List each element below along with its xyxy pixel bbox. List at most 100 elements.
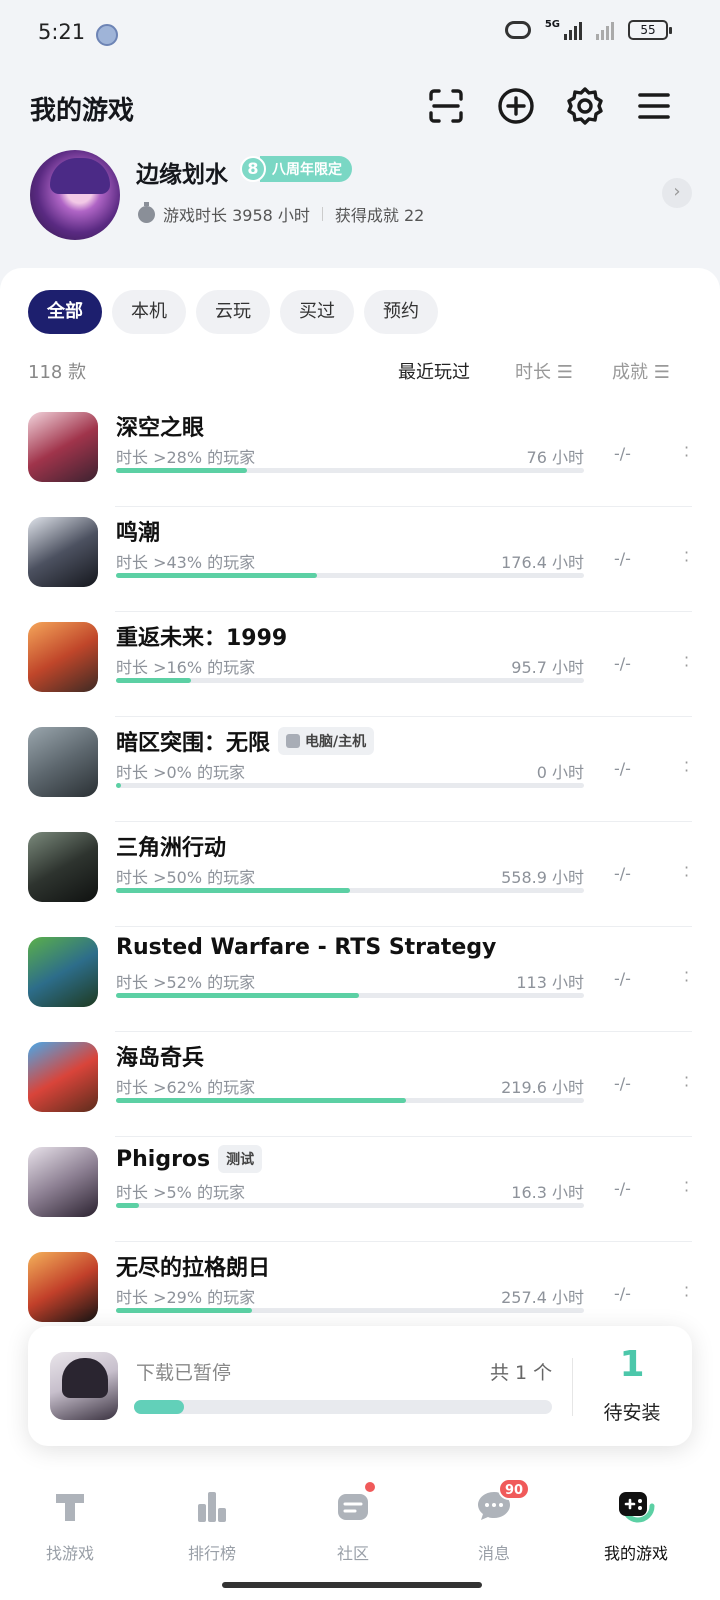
more-dots-icon[interactable]: · ·	[684, 650, 690, 674]
nav-messages[interactable]: 90 消息	[434, 1478, 554, 1564]
game-row[interactable]: 重返未来：1999 时长 >16% 的玩家 95.7 小时 -/- · ·	[0, 612, 720, 717]
game-icon[interactable]	[28, 1042, 98, 1112]
game-title-wrap: 海岛奇兵	[116, 1040, 204, 1072]
anniversary-badge[interactable]: 8 八周年限定	[240, 156, 352, 182]
community-icon	[333, 1480, 377, 1526]
avatar[interactable]	[30, 150, 120, 240]
pending-install-count[interactable]: 1	[572, 1344, 692, 1385]
status-bar: 5:21 5G 55	[0, 0, 720, 68]
playtime-percentile: 时长 >28% 的玩家	[116, 448, 256, 467]
more-dots-icon[interactable]: · ·	[684, 965, 690, 989]
game-name[interactable]: Rusted Warfare - RTS Strategy	[116, 935, 496, 960]
playtime-percentile: 时长 >5% 的玩家	[116, 1183, 245, 1202]
more-dots-icon[interactable]: · ·	[684, 860, 690, 884]
battery-icon: 55	[628, 20, 672, 40]
sort-row: 118 款 最近玩过 时长 ☰ 成就 ☰	[28, 352, 692, 388]
game-row[interactable]: Rusted Warfare - RTS Strategy 时长 >52% 的玩家…	[0, 927, 720, 1032]
more-dots-icon[interactable]: · ·	[684, 1280, 690, 1304]
home-indicator[interactable]	[222, 1582, 482, 1588]
game-icon[interactable]	[28, 832, 98, 902]
more-dots-icon[interactable]: · ·	[684, 440, 690, 464]
achievement-progress: -/-	[614, 759, 631, 778]
nav-find-games[interactable]: 找游戏	[10, 1480, 130, 1564]
game-name[interactable]: 海岛奇兵	[116, 1040, 204, 1072]
game-name[interactable]: 暗区突围：无限	[116, 725, 270, 757]
nav-community[interactable]: 社区	[293, 1480, 413, 1564]
game-name[interactable]: 深空之眼	[116, 410, 204, 442]
playtime-bar	[116, 993, 584, 998]
playtime-bar	[116, 1098, 584, 1103]
playtime-percentile: 时长 >52% 的玩家	[116, 973, 256, 992]
more-dots-icon[interactable]: · ·	[684, 1175, 690, 1199]
chevron-right-icon[interactable]: ›	[662, 178, 692, 208]
tab-bought[interactable]: 买过	[280, 290, 354, 334]
more-dots-icon[interactable]: · ·	[684, 545, 690, 569]
game-icon[interactable]	[28, 1147, 98, 1217]
notification-dot	[363, 1480, 377, 1494]
playtime-hours: 219.6 小时	[501, 1078, 584, 1097]
badge-number: 8	[240, 156, 266, 182]
achievement-progress: -/-	[614, 444, 631, 463]
sort-achievement[interactable]: 成就 ☰	[612, 358, 670, 384]
nav-ranking[interactable]: 排行榜	[152, 1480, 272, 1564]
game-title-wrap: 深空之眼	[116, 410, 204, 442]
game-icon[interactable]	[28, 622, 98, 692]
network-type: 5G	[544, 18, 560, 30]
playtime-hours: 16.3 小时	[511, 1183, 584, 1202]
sort-duration[interactable]: 时长 ☰	[515, 358, 573, 384]
gamepad-icon	[616, 1486, 656, 1526]
game-row[interactable]: 鸣潮 时长 >43% 的玩家 176.4 小时 -/- · ·	[0, 507, 720, 612]
game-title-wrap: 重返未来：1999	[116, 620, 287, 652]
download-panel[interactable]: 下载已暂停 共 1 个 1 待安装	[28, 1326, 692, 1446]
more-dots-icon[interactable]: · ·	[684, 755, 690, 779]
tab-cloud[interactable]: 云玩	[196, 290, 270, 334]
tab-reserved[interactable]: 预约	[364, 290, 438, 334]
game-icon[interactable]	[28, 412, 98, 482]
playtime-percentile: 时长 >50% 的玩家	[116, 868, 256, 887]
achievement-progress: -/-	[614, 864, 631, 883]
game-name[interactable]: Phigros	[116, 1147, 210, 1172]
playtime-percentile: 时长 >16% 的玩家	[116, 658, 256, 677]
game-row[interactable]: Phigros 测试 时长 >5% 的玩家 16.3 小时 -/- · ·	[0, 1137, 720, 1242]
nav-my-games[interactable]: 我的游戏	[576, 1480, 696, 1564]
scan-icon[interactable]	[426, 86, 466, 126]
game-icon[interactable]	[28, 1252, 98, 1322]
gear-icon[interactable]	[565, 86, 605, 126]
nav-label: 排行榜	[187, 1544, 236, 1563]
playtime-percentile: 时长 >62% 的玩家	[116, 1078, 256, 1097]
game-row[interactable]: 海岛奇兵 时长 >62% 的玩家 219.6 小时 -/- · ·	[0, 1032, 720, 1137]
username[interactable]: 边缘划水	[136, 155, 228, 189]
playtime-bar-fill	[116, 1098, 407, 1103]
game-icon[interactable]	[28, 727, 98, 797]
playtime-bar	[116, 468, 584, 473]
menu-icon[interactable]	[634, 86, 674, 126]
chat-bubble-icon: 90	[474, 1478, 531, 1526]
game-name[interactable]: 鸣潮	[116, 515, 160, 547]
stopwatch-icon	[138, 201, 155, 223]
tab-local[interactable]: 本机	[112, 290, 186, 334]
nav-label: 社区	[336, 1544, 369, 1563]
game-tag: 测试	[218, 1145, 263, 1173]
playtime-bar	[116, 888, 584, 893]
link-icon	[504, 21, 531, 39]
playtime-bar-fill	[116, 1308, 252, 1313]
game-row[interactable]: 三角洲行动时长 >50% 的玩家 558.9 小时 -/- · ·	[0, 822, 720, 927]
game-name[interactable]: 重返未来：1999	[116, 620, 287, 652]
game-row[interactable]: 深空之眼时长 >28% 的玩家 76 小时 -/- · ·	[0, 402, 720, 507]
game-name[interactable]: 无尽的拉格朗日	[116, 1250, 270, 1282]
pending-install-label[interactable]: 待安装	[572, 1398, 692, 1425]
sort-recent[interactable]: 最近玩过	[398, 358, 470, 384]
game-icon[interactable]	[28, 937, 98, 1007]
playtime-hours: 76 小时	[526, 448, 584, 467]
game-title-wrap: Rusted Warfare - RTS Strategy	[116, 935, 496, 960]
playtime-total: 游戏时长 3958 小时	[163, 206, 310, 225]
game-row[interactable]: 暗区突围：无限 电脑/主机 时长 >0% 的玩家 0 小时 -/- · ·	[0, 717, 720, 822]
playtime-hours: 558.9 小时	[501, 868, 584, 887]
game-tag: 电脑/主机	[278, 727, 375, 755]
game-icon[interactable]	[28, 517, 98, 587]
tab-all[interactable]: 全部	[28, 290, 102, 334]
game-name[interactable]: 三角洲行动	[116, 830, 226, 862]
add-circle-icon[interactable]	[496, 86, 536, 126]
achievement-progress: -/-	[614, 969, 631, 988]
more-dots-icon[interactable]: · ·	[684, 1070, 690, 1094]
